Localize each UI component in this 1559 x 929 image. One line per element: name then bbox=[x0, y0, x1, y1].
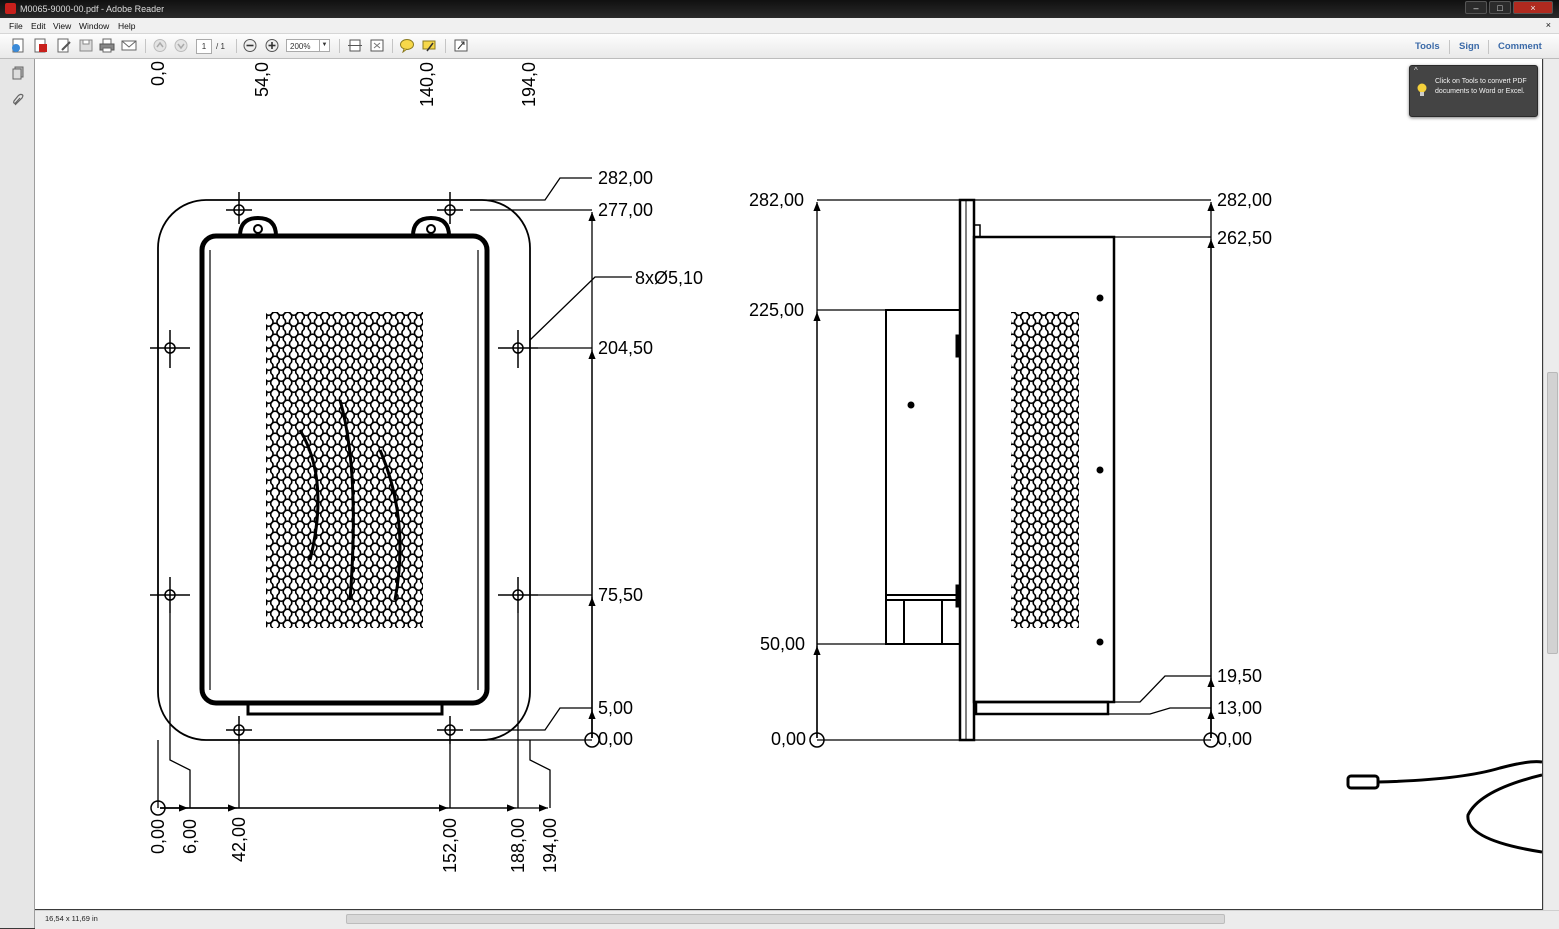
dimension-label: 13,00 bbox=[1217, 698, 1262, 718]
highlight-icon[interactable] bbox=[421, 38, 437, 53]
attachments-icon[interactable] bbox=[11, 93, 25, 107]
ruler-label: 194,0 bbox=[519, 62, 539, 107]
next-page-icon[interactable] bbox=[173, 38, 189, 53]
toolbar-separator bbox=[1449, 40, 1450, 54]
dimension-label: 0,00 bbox=[598, 729, 633, 749]
menu-help[interactable]: Help bbox=[118, 21, 135, 31]
open-file-icon[interactable] bbox=[33, 38, 49, 53]
toolbar-separator bbox=[1488, 40, 1489, 54]
dimension-label: 50,00 bbox=[760, 634, 805, 654]
page-number-input[interactable]: 1 bbox=[196, 39, 212, 54]
hole-callout: 8xØ5,10 bbox=[635, 268, 703, 288]
page-total: / 1 bbox=[216, 42, 225, 51]
title-bar: M0065-9000-00.pdf - Adobe Reader – □ × bbox=[0, 0, 1559, 18]
dimension-label: 75,50 bbox=[598, 585, 643, 605]
dimension-label: 152,00 bbox=[440, 818, 460, 873]
email-icon[interactable] bbox=[121, 38, 137, 53]
toolbar-separator bbox=[236, 39, 237, 53]
fit-page-icon[interactable] bbox=[347, 38, 363, 53]
front-view bbox=[150, 177, 632, 816]
page-thumbnails-icon[interactable] bbox=[11, 66, 25, 80]
tools-tooltip: ^ Click on Tools to convert PDF document… bbox=[1409, 65, 1538, 117]
toolbar-separator bbox=[145, 39, 146, 53]
collapse-caret-icon[interactable]: ^ bbox=[1414, 66, 1418, 76]
dimension-label: 0,00 bbox=[1217, 729, 1252, 749]
dimension-label: 19,50 bbox=[1217, 666, 1262, 686]
navigation-panel bbox=[0, 59, 35, 928]
dimension-label: 262,50 bbox=[1217, 228, 1272, 248]
dimension-label: 204,50 bbox=[598, 338, 653, 358]
print-icon[interactable] bbox=[99, 38, 115, 53]
dimension-label: 0,00 bbox=[771, 729, 806, 749]
full-screen-icon[interactable] bbox=[369, 38, 385, 53]
horizontal-scrollbar[interactable]: 16,54 x 11,69 in bbox=[35, 910, 1559, 929]
save-icon[interactable] bbox=[78, 38, 94, 53]
close-window-button[interactable]: × bbox=[1513, 1, 1553, 14]
dimension-label: 6,00 bbox=[180, 819, 200, 854]
vertical-scroll-thumb[interactable] bbox=[1547, 372, 1558, 654]
toolbar-separator bbox=[445, 39, 446, 53]
zoom-out-icon[interactable] bbox=[242, 38, 258, 53]
side-view bbox=[809, 198, 1219, 748]
toolbar-separator bbox=[339, 39, 340, 53]
menu-file[interactable]: File bbox=[9, 21, 23, 31]
cable-drawing bbox=[1346, 760, 1542, 854]
maximize-button[interactable]: □ bbox=[1489, 1, 1511, 14]
dimension-label: 277,00 bbox=[598, 200, 653, 220]
lightbulb-icon bbox=[1417, 83, 1427, 96]
dimension-label: 282,00 bbox=[598, 168, 653, 188]
tooltip-text: Click on Tools to convert PDF documents … bbox=[1435, 78, 1527, 95]
ruler-label: 54,0 bbox=[252, 62, 272, 97]
vertical-scrollbar[interactable] bbox=[1543, 59, 1559, 911]
sticky-note-icon[interactable] bbox=[399, 38, 415, 54]
menu-window[interactable]: Window bbox=[79, 21, 109, 31]
zoom-select[interactable]: 200% ▼ bbox=[286, 39, 330, 52]
technical-drawing: 0,0 54,0 140,0 194,0 282,00 277,00 204,5… bbox=[148, 61, 1542, 873]
ruler-label: 0,0 bbox=[148, 61, 168, 86]
dimension-label: 282,00 bbox=[749, 190, 804, 210]
expand-icon[interactable] bbox=[453, 38, 469, 53]
dimension-label: 282,00 bbox=[1217, 190, 1272, 210]
zoom-value: 200% bbox=[290, 42, 311, 51]
minimize-button[interactable]: – bbox=[1465, 1, 1487, 14]
zoom-in-icon[interactable] bbox=[264, 38, 280, 53]
comment-pane-button[interactable]: Comment bbox=[1498, 41, 1542, 52]
create-pdf-icon[interactable] bbox=[10, 38, 26, 53]
previous-page-icon[interactable] bbox=[152, 38, 168, 53]
ruler-label: 140,0 bbox=[417, 62, 437, 107]
dimension-label: 42,00 bbox=[229, 817, 249, 862]
dimension-label: 225,00 bbox=[749, 300, 804, 320]
adobe-reader-icon bbox=[5, 3, 16, 14]
dimension-label: 194,00 bbox=[540, 818, 560, 873]
toolbar: 1 / 1 200% ▼ Tools Sign Comment bbox=[0, 34, 1559, 59]
window-title: M0065-9000-00.pdf - Adobe Reader bbox=[20, 4, 165, 14]
horizontal-scroll-thumb[interactable] bbox=[346, 914, 1225, 924]
menu-bar: File Edit View Window Help × bbox=[0, 18, 1559, 34]
sign-pane-button[interactable]: Sign bbox=[1459, 41, 1480, 52]
edit-pdf-icon[interactable] bbox=[56, 38, 72, 53]
page-size-label: 16,54 x 11,69 in bbox=[45, 914, 98, 923]
chevron-down-icon[interactable]: ▼ bbox=[319, 40, 329, 51]
toolbar-separator bbox=[392, 39, 393, 53]
menu-view[interactable]: View bbox=[53, 21, 71, 31]
close-document-button[interactable]: × bbox=[1546, 20, 1551, 30]
dimension-label: 5,00 bbox=[598, 698, 633, 718]
tools-pane-button[interactable]: Tools bbox=[1415, 41, 1440, 52]
dimension-label: 0,00 bbox=[148, 819, 168, 854]
menu-edit[interactable]: Edit bbox=[31, 21, 46, 31]
document-page[interactable]: 0,0 54,0 140,0 194,0 282,00 277,00 204,5… bbox=[35, 59, 1542, 909]
dimension-label: 188,00 bbox=[508, 818, 528, 873]
